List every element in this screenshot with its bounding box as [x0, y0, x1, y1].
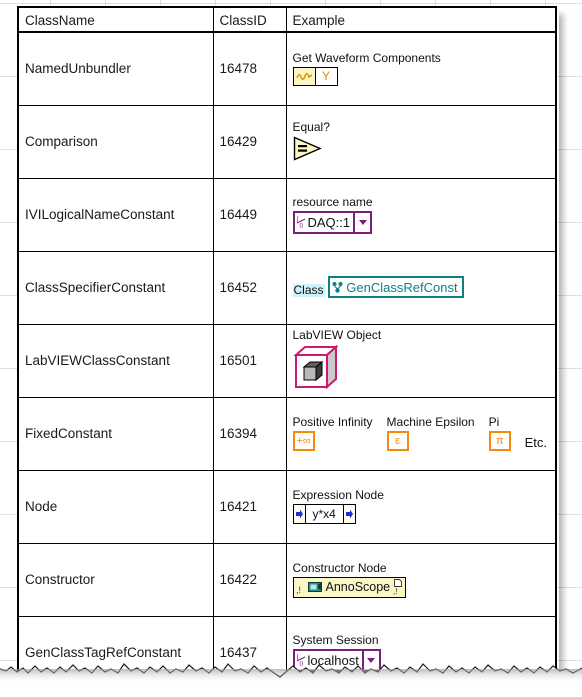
- cell-classid: 16501: [212, 323, 287, 398]
- example-caption: Positive Infinity: [292, 415, 373, 429]
- cell-classid: 16422: [212, 542, 287, 617]
- table-body: NamedUnbundler 16478 Get Waveform Compon…: [17, 31, 557, 690]
- constructor-icon: [307, 582, 322, 592]
- cell-example: LabVIEW Object: [285, 323, 557, 398]
- cell-classname: LabVIEWClassConstant: [17, 323, 214, 398]
- io-value-text: localhost: [307, 652, 359, 668]
- labview-object-constant-widget[interactable]: [292, 344, 339, 392]
- table-row: NamedUnbundler 16478 Get Waveform Compon…: [17, 31, 557, 106]
- fixed-constants-group: Positive Infinity +∞ Machine Epsilon ε P…: [292, 415, 550, 451]
- expression-terminal-icon: [293, 505, 305, 523]
- cell-example: Equal?: [285, 104, 557, 179]
- cell-classname: GenClassTagRefConstant: [17, 615, 214, 690]
- class-specifier-constant-widget[interactable]: GenClassRefConst: [328, 276, 464, 299]
- positive-infinity-icon: +∞: [292, 431, 315, 451]
- example-caption: Machine Epsilon: [386, 415, 475, 429]
- cell-classname: FixedConstant: [17, 396, 214, 471]
- error-terminal-icon: ,!: [296, 585, 301, 595]
- table-row: LabVIEWClassConstant 16501 LabVIEW Objec…: [17, 323, 557, 398]
- example-caption: Constructor Node: [292, 560, 387, 575]
- cell-classname: Comparison: [17, 104, 214, 179]
- waveform-glyph: [295, 72, 312, 80]
- expression-terminal-icon: [343, 505, 355, 523]
- fixed-constant-positive-infinity[interactable]: Positive Infinity +∞: [292, 415, 373, 451]
- constructor-node-widget[interactable]: ,! AnnoScope ,!: [292, 576, 407, 598]
- cell-example: Constructor Node ,! AnnoScope ,!: [285, 542, 557, 617]
- cell-classid: 16394: [212, 396, 287, 471]
- cell-example: resource name I 0 DAQ::1: [285, 177, 557, 252]
- example-caption: Pi: [488, 415, 500, 429]
- constructor-class-name: AnnoScope: [325, 580, 391, 594]
- io-refnum-icon: I 0: [295, 213, 308, 232]
- class-ref-glyph: [332, 281, 343, 293]
- table-row: Node 16421 Expression Node y*x4: [17, 469, 557, 544]
- io-resource-control[interactable]: I 0 DAQ::1: [292, 210, 373, 234]
- etcetera-label: Etc.: [524, 435, 548, 450]
- expression-node-widget[interactable]: y*x4: [292, 504, 356, 524]
- io-refnum-glyph: I 0: [296, 654, 305, 667]
- cell-classname: IVILogicalNameConstant: [17, 177, 214, 252]
- cell-example: System Session I 0 localhost: [285, 615, 557, 690]
- cell-classname: Constructor: [17, 542, 214, 617]
- chevron-down-icon[interactable]: [353, 212, 371, 232]
- example-caption: Get Waveform Components: [292, 50, 441, 65]
- cell-classname: ClassSpecifierConstant: [17, 250, 214, 325]
- cell-classid: 16449: [212, 177, 287, 252]
- fixed-constant-pi[interactable]: Pi π: [488, 415, 511, 451]
- cell-example: Get Waveform Components Y: [285, 31, 557, 106]
- cell-classname: Node: [17, 469, 214, 544]
- cell-example: Positive Infinity +∞ Machine Epsilon ε P…: [285, 396, 557, 471]
- example-caption: Equal?: [292, 120, 330, 134]
- table-row: FixedConstant 16394 Positive Infinity +∞…: [17, 396, 557, 471]
- comparison-widget[interactable]: [293, 136, 323, 162]
- cell-classid: 16421: [212, 469, 287, 544]
- io-refnum-icon: I 0: [295, 651, 308, 670]
- table-row: GenClassTagRefConstant 16437 System Sess…: [17, 615, 557, 690]
- table-row: Comparison 16429 Equal?: [17, 104, 557, 179]
- svg-text:0: 0: [299, 660, 303, 667]
- cell-classid: 16478: [212, 31, 287, 106]
- machine-epsilon-icon: ε: [386, 431, 409, 451]
- io-value-text: DAQ::1: [307, 214, 351, 230]
- example-caption: System Session: [292, 632, 379, 647]
- fixed-constant-machine-epsilon[interactable]: Machine Epsilon ε: [386, 415, 475, 451]
- example-caption: Expression Node: [292, 488, 384, 502]
- class-table-container: ClassName ClassID Example NamedUnbundler…: [17, 6, 557, 690]
- io-refnum-glyph: I 0: [296, 216, 305, 229]
- cell-example: Class GenClassRefConst: [285, 250, 557, 325]
- cell-classid: 16429: [212, 104, 287, 179]
- example-caption: resource name: [292, 194, 373, 209]
- named-unbundler-widget[interactable]: Y: [292, 66, 338, 86]
- right-terminal-glyph: [345, 509, 353, 519]
- expression-text: y*x4: [304, 505, 344, 523]
- left-terminal-glyph: [295, 509, 303, 519]
- pi-icon: π: [488, 431, 511, 451]
- labview-object-cube-icon: [292, 344, 339, 390]
- y-terminal-icon: Y: [314, 67, 337, 85]
- svg-text:,!: ,!: [393, 587, 397, 595]
- table-row: Constructor 16422 Constructor Node ,! An…: [17, 542, 557, 617]
- cell-classname: NamedUnbundler: [17, 31, 214, 106]
- chevron-down-icon[interactable]: [361, 650, 379, 670]
- cell-example: Expression Node y*x4: [285, 469, 557, 544]
- table-header-row: ClassName ClassID Example: [17, 6, 557, 33]
- cell-classid: 16452: [212, 250, 287, 325]
- example-caption: Class: [292, 282, 325, 297]
- cell-classid: 16437: [212, 615, 287, 690]
- page-icon: ,!: [393, 579, 403, 595]
- column-header-example: Example: [285, 6, 557, 33]
- waveform-icon: [293, 67, 315, 85]
- class-name-text: GenClassRefConst: [346, 279, 458, 295]
- table-row: ClassSpecifierConstant 16452 Class GenCl…: [17, 250, 557, 325]
- io-session-control[interactable]: I 0 localhost: [292, 648, 381, 672]
- column-header-classid: ClassID: [212, 6, 287, 33]
- column-header-classname: ClassName: [17, 6, 214, 33]
- class-reference-icon: [330, 281, 346, 294]
- svg-text:0: 0: [299, 222, 303, 229]
- labview-class-table: ClassName ClassID Example NamedUnbundler…: [17, 6, 557, 690]
- example-caption: LabVIEW Object: [292, 328, 382, 342]
- svg-text:,!: ,!: [296, 585, 301, 595]
- table-row: IVILogicalNameConstant 16449 resource na…: [17, 177, 557, 252]
- equal-comparison-icon: [293, 136, 322, 161]
